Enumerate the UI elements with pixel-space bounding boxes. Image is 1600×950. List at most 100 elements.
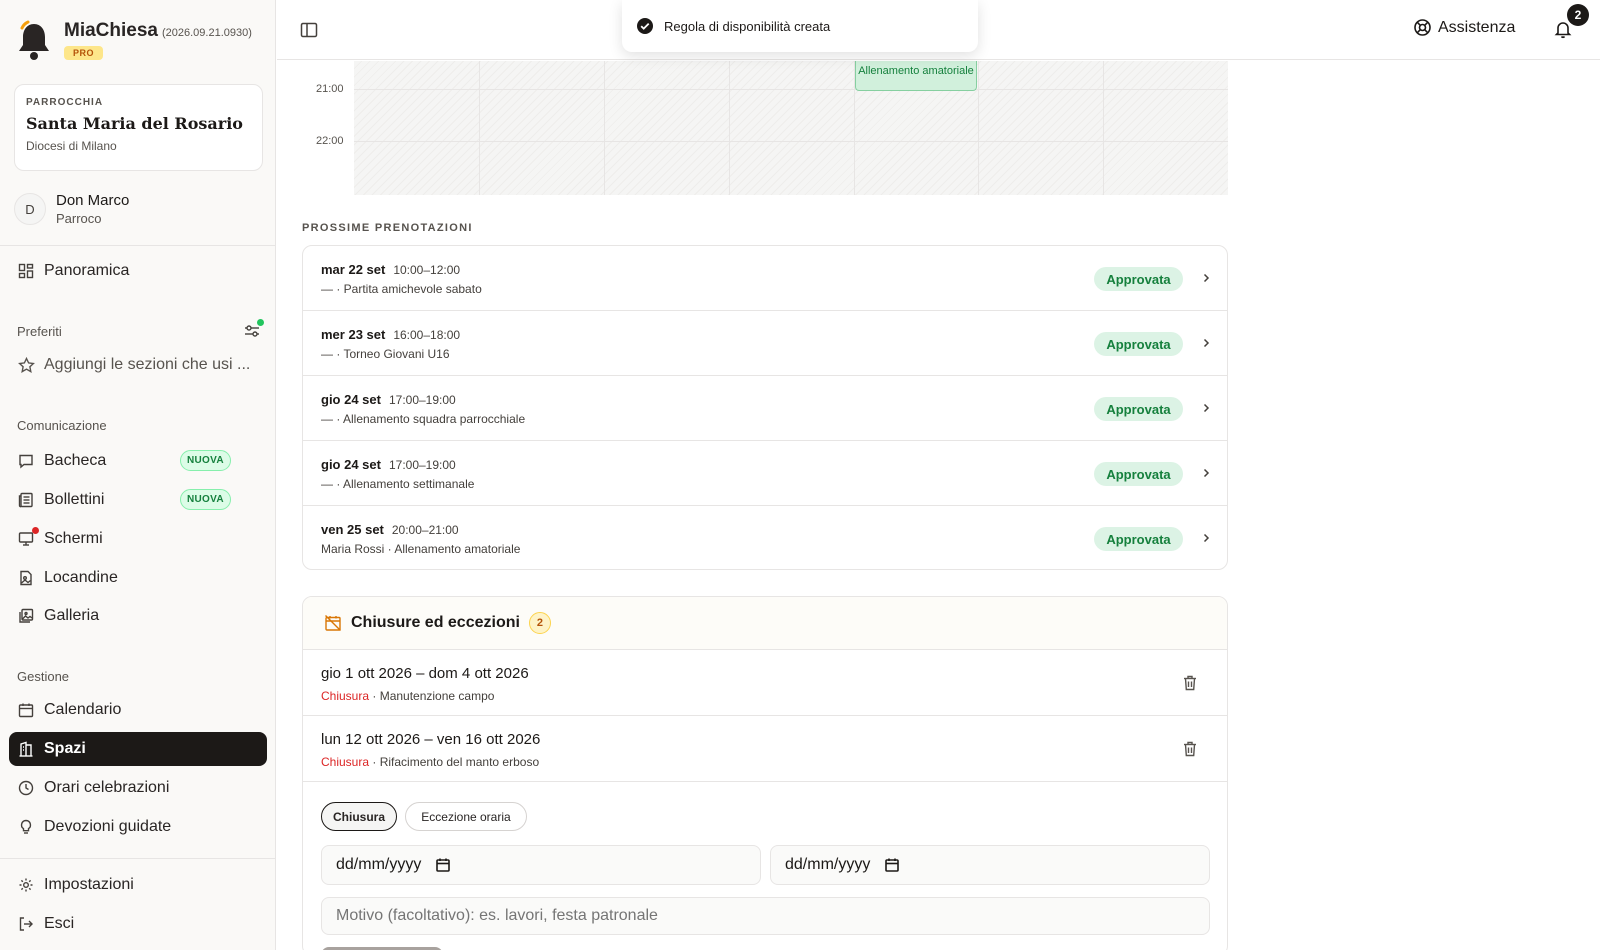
calendar-event[interactable]: Allenamento amatoriale (855, 61, 977, 91)
user-profile[interactable]: D Don Marco Parroco (14, 192, 129, 226)
notification-dot (32, 527, 39, 534)
nav-overview[interactable]: Panoramica (9, 254, 267, 288)
nav-spazi[interactable]: Spazi (9, 732, 267, 766)
nav-orari-celebrazioni-label: Orari celebrazioni (44, 779, 170, 796)
nav-calendario-label: Calendario (44, 701, 122, 718)
nav-devozioni-guidate[interactable]: Devozioni guidate (9, 810, 267, 844)
booking-status-badge: Approvata (1094, 462, 1183, 486)
calendar-picker-icon (436, 858, 451, 872)
booking-row[interactable]: mer 23 set 16:00–18:00 — · Torneo Giovani… (303, 311, 1227, 376)
booking-row[interactable]: ven 25 set 20:00–21:00 Maria Rossi · Alle… (303, 506, 1227, 569)
nav-galleria[interactable]: Galleria (9, 599, 267, 633)
booking-time: 20:00–21:00 (391, 523, 459, 537)
booking-row[interactable]: gio 24 set 17:00–19:00 — · Allenamento se… (303, 441, 1227, 506)
booking-row[interactable]: mar 22 set 10:00–12:00 — · Partita amiche… (303, 246, 1227, 311)
closure-reason: · Rifacimento del manto erboso (369, 755, 540, 769)
notification-count-badge: 2 (1567, 4, 1589, 26)
date-from-placeholder: dd/mm/yyyy (336, 856, 422, 873)
nav-galleria-label: Galleria (44, 607, 100, 624)
nav-schermi-label: Schermi (44, 530, 103, 547)
booking-status-badge: Approvata (1094, 527, 1183, 551)
nav-esci[interactable]: Esci (9, 907, 267, 941)
favorites-section-title: Preferiti (17, 324, 62, 339)
chevron-right-icon (1203, 338, 1210, 348)
closures-header: Chiusure ed eccezioni 2 (303, 597, 1227, 650)
nav-devozioni-guidate-label: Devozioni guidate (44, 818, 172, 835)
booking-description: — · Partita amichevole sabato (321, 282, 482, 296)
parish-name: Santa Maria del Rosario (26, 114, 243, 133)
communication-section-title: Comunicazione (17, 418, 107, 433)
trash-icon[interactable] (1181, 674, 1199, 692)
toast-message: Regola di disponibilità creata (664, 18, 831, 34)
closure-type: Chiusura (321, 689, 370, 703)
favorites-indicator-dot (257, 319, 264, 326)
favorites-settings-icon[interactable] (243, 319, 264, 340)
type-option-chiusura[interactable]: Chiusura (321, 802, 397, 831)
file-image-icon (17, 569, 35, 587)
nav-calendario[interactable]: Calendario (9, 693, 267, 727)
sidebar-toggle-icon[interactable] (299, 20, 319, 40)
bookings-list: mar 22 set 10:00–12:00 — · Partita amiche… (302, 245, 1228, 570)
calendar-time-label: 22:00 (316, 135, 344, 147)
date-to-input[interactable]: dd/mm/yyyy (770, 845, 1210, 885)
calendar-time-label: 21:00 (316, 83, 344, 95)
chevron-right-icon (1203, 468, 1210, 478)
closures-count-badge: 2 (528, 612, 551, 634)
booking-time: 16:00–18:00 (393, 328, 461, 342)
booking-date: gio 24 set (321, 392, 381, 407)
user-role: Parroco (56, 211, 102, 226)
date-from-input[interactable]: dd/mm/yyyy (321, 845, 761, 885)
booking-status-badge: Approvata (1094, 267, 1183, 291)
trash-icon[interactable] (1181, 740, 1199, 758)
app-name: MiaChiesa (64, 20, 158, 41)
brand: MiaChiesa (2026.09.21.0930) PRO (16, 20, 252, 62)
calendar-grid[interactable] (354, 61, 1228, 195)
bookings-section-title: PROSSIME PRENOTAZIONI (302, 222, 473, 234)
closure-form: Chiusura Eccezione oraria dd/mm/yyyy dd/… (303, 782, 1227, 950)
booking-description: Maria Rossi · Allenamento amatoriale (321, 542, 521, 556)
nav-orari-celebrazioni[interactable]: Orari celebrazioni (9, 771, 267, 805)
date-to-placeholder: dd/mm/yyyy (785, 856, 871, 873)
calendar-picker-icon (885, 858, 900, 872)
clock-icon (17, 779, 35, 797)
calendar-column-line (1103, 61, 1104, 195)
closure-date-range: lun 12 ott 2026 – ven 16 ott 2026 (321, 731, 541, 748)
lightbulb-icon (17, 818, 35, 836)
app-version: (2026.09.21.0930) (161, 27, 252, 39)
calendar-off-icon (325, 615, 341, 631)
type-option-eccezione-oraria[interactable]: Eccezione oraria (405, 802, 527, 831)
nav-overview-label: Panoramica (44, 262, 130, 279)
reason-input[interactable] (321, 897, 1210, 935)
nav-impostazioni[interactable]: Impostazioni (9, 868, 267, 902)
new-badge: NUOVA (180, 489, 231, 510)
booking-row[interactable]: gio 24 set 17:00–19:00 — · Allenamento sq… (303, 376, 1227, 441)
dashboard-icon (17, 262, 35, 280)
monitor-icon (17, 527, 39, 548)
nav-locandine[interactable]: Locandine (9, 561, 267, 595)
nav-bacheca[interactable]: Bacheca NUOVA (9, 444, 267, 478)
parish-card[interactable]: PARROCCHIA Santa Maria del Rosario Dioce… (14, 84, 263, 171)
newspaper-icon (17, 491, 35, 509)
booking-description: — · Torneo Giovani U16 (321, 347, 450, 361)
closures-panel: Chiusure ed eccezioni 2 gio 1 ott 2026 –… (302, 596, 1228, 950)
closure-date-range: gio 1 ott 2026 – dom 4 ott 2026 (321, 665, 529, 682)
nav-esci-label: Esci (44, 915, 75, 932)
help-button[interactable]: Assistenza (1413, 18, 1515, 37)
closures-title: Chiusure ed eccezioni (351, 614, 520, 631)
booking-date: mar 22 set (321, 262, 386, 277)
divider (0, 245, 276, 246)
nav-bacheca-label: Bacheca (44, 452, 107, 469)
booking-date: mer 23 set (321, 327, 386, 342)
nav-schermi[interactable]: Schermi (9, 522, 267, 556)
gear-icon (17, 876, 35, 894)
user-name: Don Marco (56, 192, 130, 209)
avatar: D (14, 193, 46, 225)
booking-time: 10:00–12:00 (393, 263, 461, 277)
nav-add-favorites[interactable]: Aggiungi le sezioni che usi ... (9, 348, 267, 382)
management-section-title: Gestione (17, 669, 70, 684)
plan-badge: PRO (64, 46, 104, 60)
booking-description: — · Allenamento settimanale (321, 477, 475, 491)
nav-bollettini[interactable]: Bollettini NUOVA (9, 483, 267, 517)
nav-spazi-label: Spazi (44, 740, 86, 757)
message-icon (17, 452, 35, 470)
